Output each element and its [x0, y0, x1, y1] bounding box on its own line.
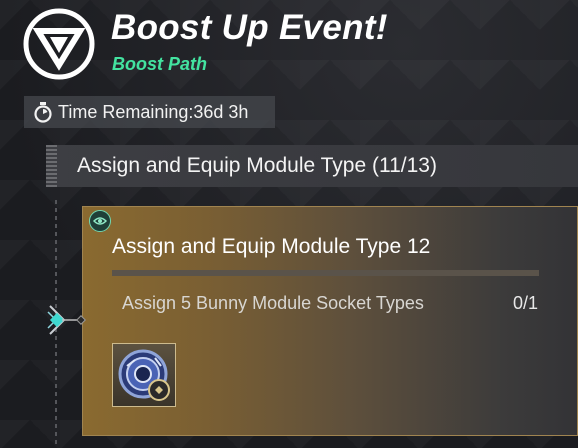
stopwatch-icon — [34, 102, 52, 123]
path-node-icon — [47, 305, 86, 335]
reward-slot[interactable] — [112, 343, 176, 407]
time-remaining-badge: Time Remaining:36d 3h — [24, 96, 275, 128]
event-logo-icon — [23, 8, 95, 80]
eye-icon[interactable] — [89, 210, 111, 232]
mission-progress-bar — [112, 270, 539, 276]
event-title: Boost Up Event! — [111, 8, 388, 47]
task-description: Assign 5 Bunny Module Socket Types — [122, 293, 424, 313]
event-subtitle: Boost Path — [112, 54, 208, 74]
module-reward-icon — [118, 349, 170, 401]
time-remaining-text: Time Remaining:36d 3h — [58, 101, 249, 122]
mission-group-header[interactable]: Assign and Equip Module Type (11/13) — [46, 145, 578, 187]
header-stripe — [46, 145, 57, 187]
mission-group-label: Assign and Equip Module Type (11/13) — [77, 154, 437, 177]
task-count: 0/1 — [512, 293, 538, 313]
mission-title: Assign and Equip Module Type 12 — [112, 235, 431, 258]
